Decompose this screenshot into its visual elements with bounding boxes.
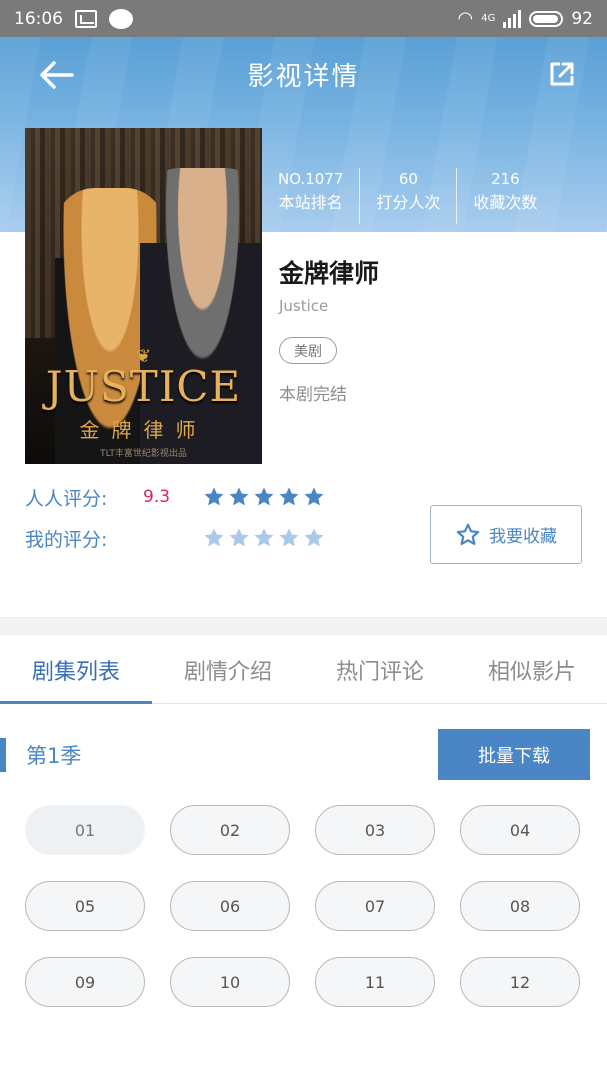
battery-level: 92 xyxy=(571,8,593,29)
tab-bar: 剧集列表 剧情介绍 热门评论 相似影片 xyxy=(0,636,607,704)
battery-icon xyxy=(529,10,564,27)
image-notification-icon xyxy=(75,9,97,28)
my-rating: 我的评分: xyxy=(25,523,325,553)
poster-title: JUSTICE xyxy=(45,362,242,411)
star-empty-icon xyxy=(229,528,249,547)
stat-value: NO.1077 xyxy=(278,170,344,188)
episode-button[interactable]: 08 xyxy=(460,881,580,931)
episode-button[interactable]: 06 xyxy=(170,881,290,931)
status-time: 16:06 xyxy=(14,8,63,29)
episode-grid: 01 02 03 04 05 06 07 08 09 10 11 12 xyxy=(25,805,581,1007)
tab-similar[interactable]: 相似影片 xyxy=(456,636,607,703)
wechat-notification-icon xyxy=(109,8,133,29)
episode-button[interactable]: 03 xyxy=(315,805,435,855)
episode-button[interactable]: 10 xyxy=(170,957,290,1007)
tab-hot-comments[interactable]: 热门评论 xyxy=(304,636,456,703)
batch-download-button[interactable]: 批量下载 xyxy=(438,729,590,780)
nav-bar: 影视详情 xyxy=(0,37,607,111)
share-button[interactable] xyxy=(547,59,577,89)
section-divider xyxy=(0,617,607,635)
my-rating-stars[interactable] xyxy=(203,527,325,549)
stat-favorites: 216 收藏次数 xyxy=(456,168,553,224)
poster-image[interactable]: ❦ JUSTICE 金牌律师 TLT丰富世纪影视出品 xyxy=(25,128,262,464)
episode-button[interactable]: 05 xyxy=(25,881,145,931)
episode-button[interactable]: 07 xyxy=(315,881,435,931)
page-title: 影视详情 xyxy=(247,61,360,92)
back-arrow-icon xyxy=(40,61,74,89)
share-icon xyxy=(550,62,574,86)
star-filled-icon xyxy=(279,487,299,506)
community-rating-label: 人人评分: xyxy=(25,487,108,510)
episode-button[interactable]: 11 xyxy=(315,957,435,1007)
star-filled-icon xyxy=(254,487,274,506)
episode-button[interactable]: 04 xyxy=(460,805,580,855)
community-rating: 人人评分: 9.3 xyxy=(25,482,325,512)
community-stars xyxy=(203,486,325,508)
community-rating-score: 9.3 xyxy=(143,487,171,507)
star-empty-icon xyxy=(204,528,224,547)
status-bar-left: 16:06 xyxy=(14,8,133,29)
episode-button[interactable]: 01 xyxy=(25,805,145,855)
star-filled-icon xyxy=(229,487,249,506)
my-rating-label: 我的评分: xyxy=(25,528,108,551)
status-bar: 16:06 ◠ 4G 92 xyxy=(0,0,607,37)
stat-ranking: NO.1077 本站排名 xyxy=(262,168,359,224)
add-to-favorites-label: 我要收藏 xyxy=(489,527,557,547)
star-filled-icon xyxy=(204,487,224,506)
signal-icon xyxy=(503,9,522,28)
stat-label: 打分人次 xyxy=(376,193,441,212)
star-outline-icon xyxy=(456,523,480,545)
network-type: 4G xyxy=(481,13,496,24)
tab-synopsis[interactable]: 剧情介绍 xyxy=(152,636,304,703)
tab-episode-list[interactable]: 剧集列表 xyxy=(0,636,152,704)
stat-label: 本站排名 xyxy=(278,193,343,212)
poster-cn-title: 金牌律师 xyxy=(79,418,208,442)
wifi-icon: ◠ xyxy=(457,8,474,29)
stats-bar: NO.1077 本站排名 60 打分人次 216 收藏次数 xyxy=(262,168,607,224)
star-empty-icon xyxy=(254,528,274,547)
add-to-favorites-button[interactable]: 我要收藏 xyxy=(430,505,582,564)
back-button[interactable] xyxy=(36,55,76,95)
season-label[interactable]: 第1季 xyxy=(26,738,81,772)
stat-label: 收藏次数 xyxy=(473,193,538,212)
genre-badge: 美剧 xyxy=(279,337,337,364)
episode-button[interactable]: 09 xyxy=(25,957,145,1007)
episode-button[interactable]: 12 xyxy=(460,957,580,1007)
star-empty-icon xyxy=(304,528,324,547)
stat-rating-count: 60 打分人次 xyxy=(359,168,456,224)
stat-value: 60 xyxy=(398,170,418,188)
status-bar-right: ◠ 4G 92 xyxy=(458,8,593,29)
show-english-title: Justice xyxy=(279,297,329,315)
airing-status: 本剧完结 xyxy=(279,385,347,405)
show-title: 金牌律师 xyxy=(279,259,380,288)
stat-value: 216 xyxy=(491,170,520,188)
episode-button[interactable]: 02 xyxy=(170,805,290,855)
star-filled-icon xyxy=(304,487,324,506)
star-empty-icon xyxy=(279,528,299,547)
poster-credit: TLT丰富世纪影视出品 xyxy=(100,449,187,459)
season-indicator xyxy=(0,738,6,772)
